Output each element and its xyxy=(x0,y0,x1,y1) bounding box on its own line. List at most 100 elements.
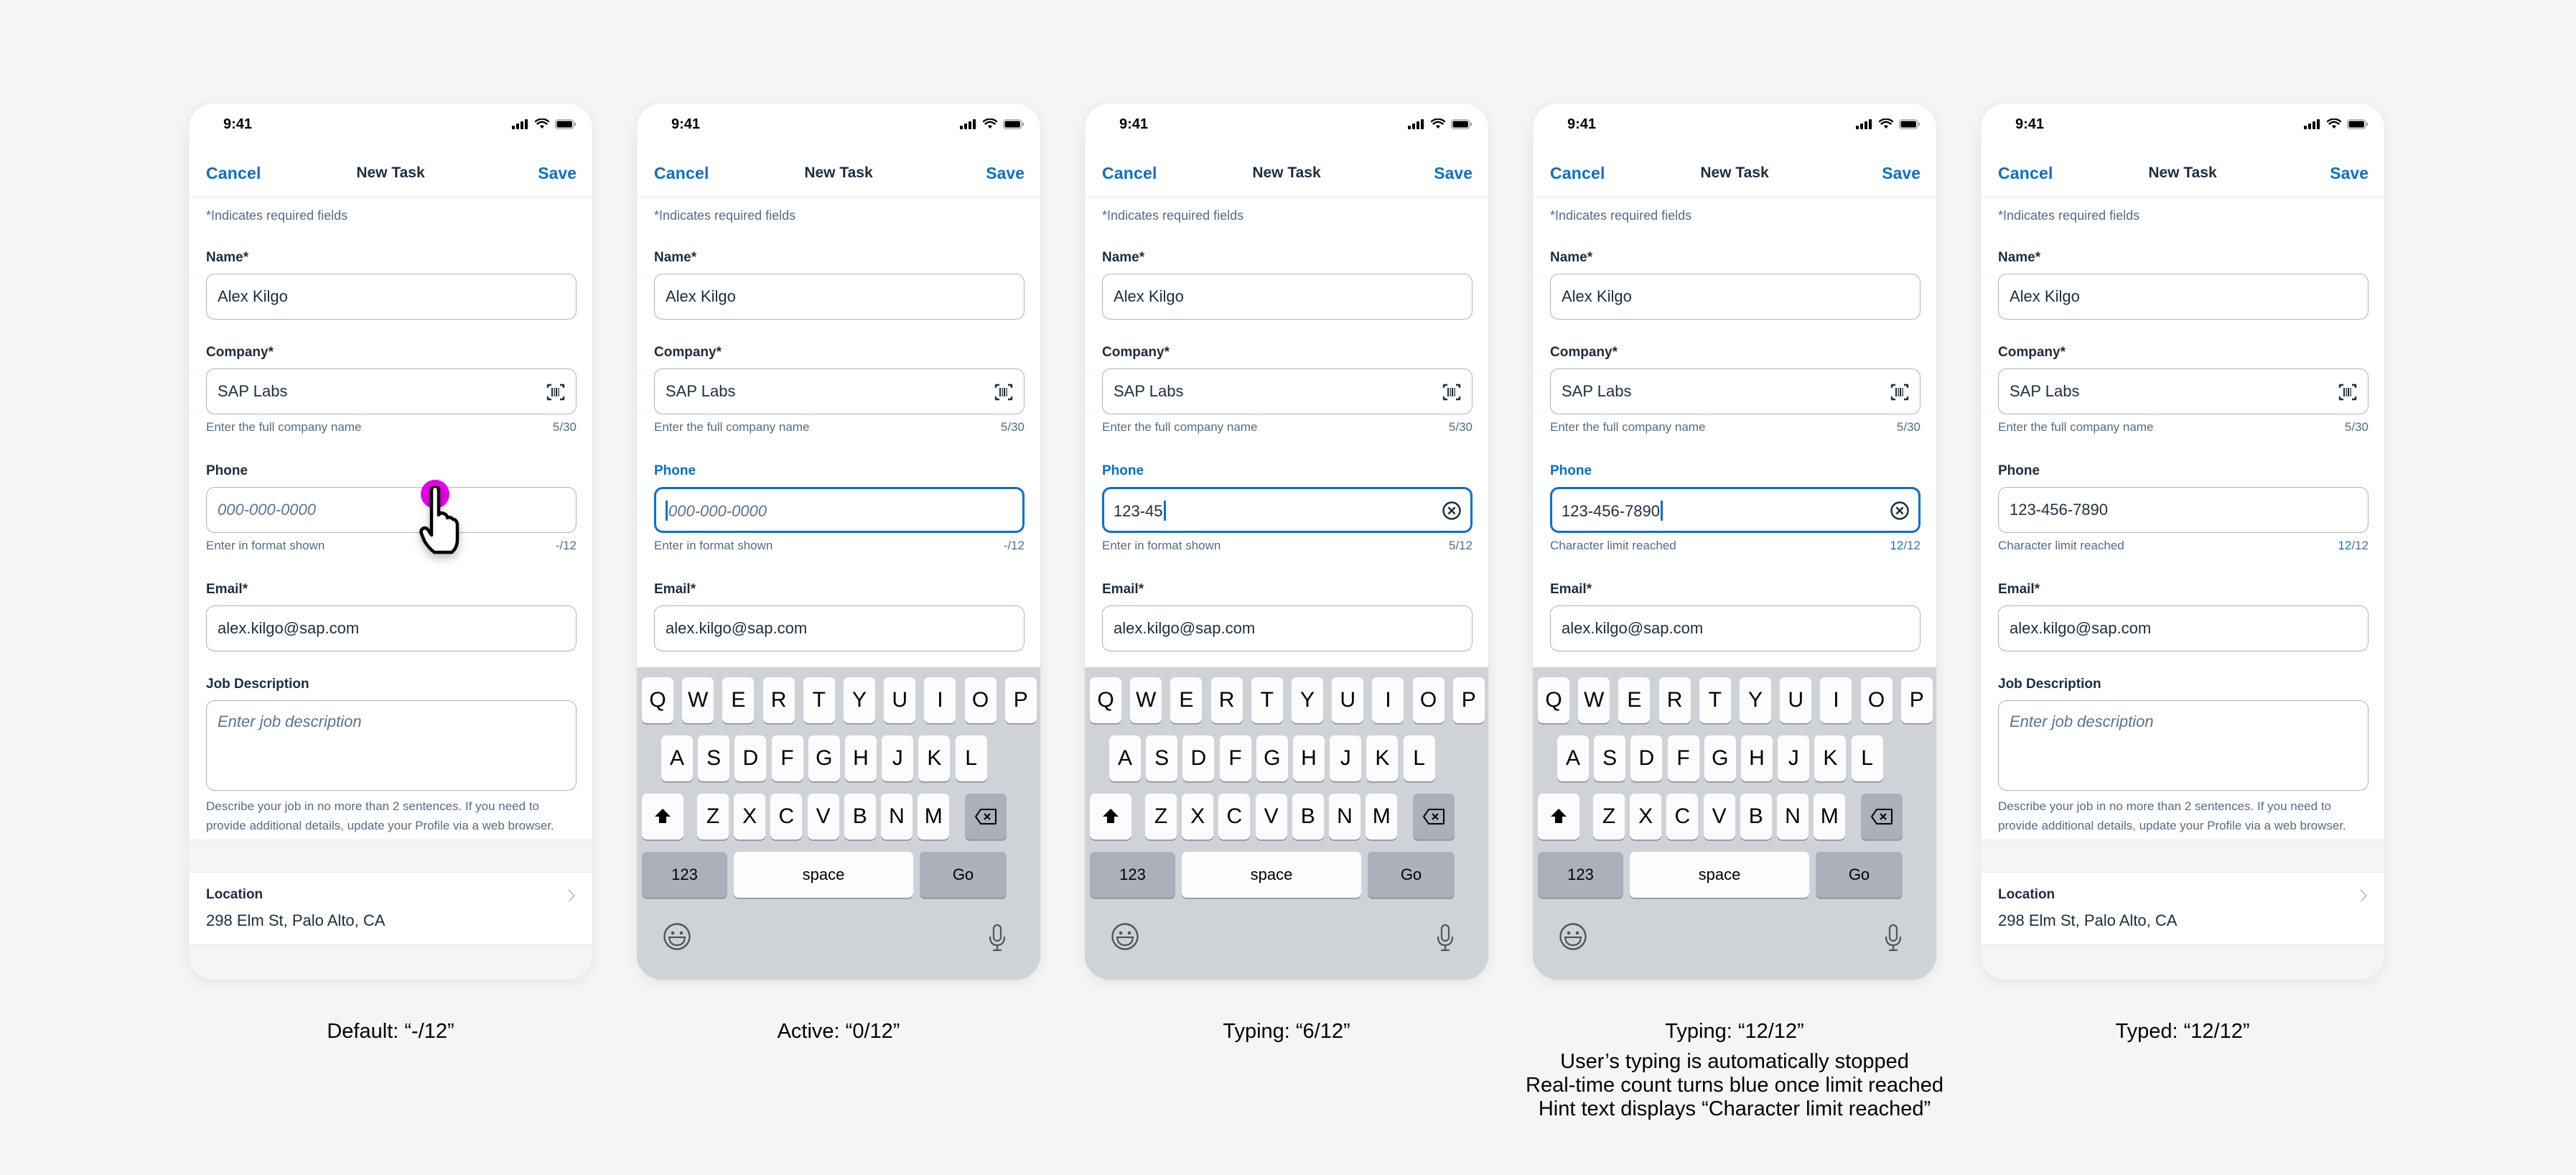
key-x[interactable]: X xyxy=(1182,794,1214,840)
clear-icon[interactable] xyxy=(1442,501,1462,521)
key-x[interactable]: X xyxy=(734,794,766,840)
key-l[interactable]: L xyxy=(1403,735,1435,781)
job-description-textarea[interactable]: Enter job description xyxy=(1998,700,2369,791)
key-q[interactable]: Q xyxy=(1538,677,1569,723)
key-i[interactable]: I xyxy=(1820,677,1852,723)
space-key[interactable]: space xyxy=(734,852,913,898)
key-k[interactable]: K xyxy=(1814,735,1847,781)
key-y[interactable]: Y xyxy=(1292,677,1323,723)
phone-input[interactable]: 123-456-7890 xyxy=(1998,487,2369,533)
emoji-icon[interactable] xyxy=(663,922,691,951)
key-z[interactable]: Z xyxy=(1593,794,1625,840)
key-u[interactable]: U xyxy=(884,677,916,723)
numbers-key[interactable]: 123 xyxy=(1538,852,1623,898)
key-j[interactable]: J xyxy=(1778,735,1810,781)
key-b[interactable]: B xyxy=(1740,794,1772,840)
key-r[interactable]: R xyxy=(1658,677,1691,723)
save-button[interactable]: Save xyxy=(2330,164,2369,183)
emoji-icon[interactable] xyxy=(1111,922,1139,951)
key-z[interactable]: Z xyxy=(697,794,729,840)
microphone-icon[interactable] xyxy=(1437,924,1454,952)
key-h[interactable]: H xyxy=(845,735,877,781)
microphone-icon[interactable] xyxy=(1885,924,1902,952)
key-d[interactable]: D xyxy=(1182,735,1215,781)
phone-input[interactable]: 000-000-0000 xyxy=(654,487,1025,533)
key-r[interactable]: R xyxy=(762,677,795,723)
key-p[interactable]: P xyxy=(1004,677,1037,723)
numbers-key[interactable]: 123 xyxy=(1090,852,1175,898)
name-input[interactable]: Alex Kilgo xyxy=(1550,274,1921,320)
key-c[interactable]: C xyxy=(770,794,803,840)
key-d[interactable]: D xyxy=(1630,735,1663,781)
space-key[interactable]: space xyxy=(1630,852,1809,898)
key-p[interactable]: P xyxy=(1900,677,1933,723)
key-q[interactable]: Q xyxy=(1090,677,1121,723)
name-input[interactable]: Alex Kilgo xyxy=(654,274,1025,320)
shift-key[interactable] xyxy=(1538,794,1579,840)
key-b[interactable]: B xyxy=(1292,794,1324,840)
key-s[interactable]: S xyxy=(1146,735,1178,781)
key-w[interactable]: W xyxy=(1130,677,1162,723)
key-g[interactable]: G xyxy=(808,735,840,781)
microphone-icon[interactable] xyxy=(989,924,1006,952)
key-u[interactable]: U xyxy=(1332,677,1364,723)
key-m[interactable]: M xyxy=(918,794,950,840)
key-f[interactable]: F xyxy=(1219,735,1251,781)
backspace-key[interactable] xyxy=(1413,794,1455,840)
key-v[interactable]: V xyxy=(1703,794,1735,840)
key-y[interactable]: Y xyxy=(1740,677,1771,723)
key-a[interactable]: A xyxy=(661,735,693,781)
email-input[interactable]: alex.kilgo@sap.com xyxy=(1998,605,2369,651)
location-row[interactable]: Location 298 Elm St, Palo Alto, CA xyxy=(1981,873,2384,944)
key-t[interactable]: T xyxy=(1699,677,1731,723)
barcode-scan-icon[interactable] xyxy=(1442,382,1462,402)
key-t[interactable]: T xyxy=(1251,677,1283,723)
email-input[interactable]: alex.kilgo@sap.com xyxy=(206,605,577,651)
key-e[interactable]: E xyxy=(1170,677,1203,723)
key-h[interactable]: H xyxy=(1741,735,1773,781)
key-k[interactable]: K xyxy=(918,735,951,781)
name-input[interactable]: Alex Kilgo xyxy=(1998,274,2369,320)
company-input[interactable]: SAP Labs xyxy=(654,368,1025,414)
key-e[interactable]: E xyxy=(1618,677,1651,723)
key-d[interactable]: D xyxy=(734,735,767,781)
emoji-icon[interactable] xyxy=(1559,922,1587,951)
key-j[interactable]: J xyxy=(882,735,914,781)
key-g[interactable]: G xyxy=(1704,735,1736,781)
phone-input[interactable]: 123-456-7890 xyxy=(1550,487,1921,533)
key-o[interactable]: O xyxy=(964,677,997,723)
company-input[interactable]: SAP Labs xyxy=(1102,368,1473,414)
key-a[interactable]: A xyxy=(1109,735,1141,781)
go-key[interactable]: Go xyxy=(920,852,1007,898)
backspace-key[interactable] xyxy=(965,794,1007,840)
space-key[interactable]: space xyxy=(1182,852,1361,898)
company-input[interactable]: SAP Labs xyxy=(206,368,577,414)
key-s[interactable]: S xyxy=(698,735,730,781)
barcode-scan-icon[interactable] xyxy=(994,382,1014,402)
key-v[interactable]: V xyxy=(807,794,839,840)
key-u[interactable]: U xyxy=(1780,677,1812,723)
key-j[interactable]: J xyxy=(1330,735,1362,781)
numbers-key[interactable]: 123 xyxy=(642,852,727,898)
save-button[interactable]: Save xyxy=(1434,164,1473,183)
barcode-scan-icon[interactable] xyxy=(546,382,566,402)
key-w[interactable]: W xyxy=(1578,677,1610,723)
company-input[interactable]: SAP Labs xyxy=(1998,368,2369,414)
key-y[interactable]: Y xyxy=(844,677,875,723)
phone-input[interactable]: 000-000-0000 xyxy=(206,487,577,533)
key-i[interactable]: I xyxy=(924,677,956,723)
location-row[interactable]: Location 298 Elm St, Palo Alto, CA xyxy=(189,873,592,944)
key-g[interactable]: G xyxy=(1256,735,1288,781)
key-k[interactable]: K xyxy=(1366,735,1399,781)
shift-key[interactable] xyxy=(642,794,683,840)
barcode-scan-icon[interactable] xyxy=(2338,382,2358,402)
key-m[interactable]: M xyxy=(1366,794,1398,840)
key-c[interactable]: C xyxy=(1666,794,1699,840)
backspace-key[interactable] xyxy=(1861,794,1903,840)
key-p[interactable]: P xyxy=(1452,677,1485,723)
barcode-scan-icon[interactable] xyxy=(1890,382,1910,402)
clear-icon[interactable] xyxy=(1890,501,1910,521)
email-input[interactable]: alex.kilgo@sap.com xyxy=(654,605,1025,651)
email-input[interactable]: alex.kilgo@sap.com xyxy=(1102,605,1473,651)
key-z[interactable]: Z xyxy=(1145,794,1177,840)
